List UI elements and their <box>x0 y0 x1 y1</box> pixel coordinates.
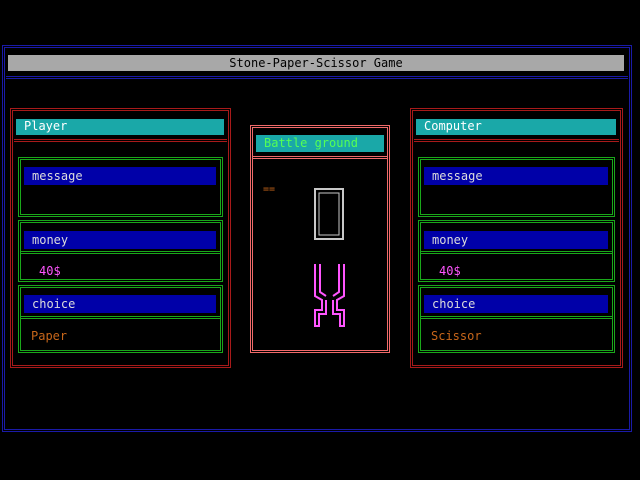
computer-money-label: money <box>432 233 469 247</box>
window-title: Stone-Paper-Scissor Game <box>229 56 403 70</box>
computer-money-value: 40$ <box>439 264 461 278</box>
player-message-label: message <box>32 169 83 183</box>
computer-header: Computer <box>416 119 616 135</box>
computer-money-label-bar: money <box>424 231 608 249</box>
player-header-divider <box>14 139 227 142</box>
computer-choice-label-bar: choice <box>424 295 608 313</box>
player-message-box <box>18 157 223 217</box>
battle-marker: == <box>263 184 276 195</box>
player-money-label-bar: money <box>24 231 216 249</box>
computer-header-label: Computer <box>424 119 482 133</box>
computer-choice-value: Scissor <box>431 329 482 343</box>
battle-header-label: Battle ground <box>264 136 358 150</box>
player-choice-divider <box>21 316 220 319</box>
paper-sprite <box>314 188 344 240</box>
computer-message-label: message <box>432 169 483 183</box>
battle-header-divider <box>253 156 387 159</box>
player-message-label-bar: message <box>24 167 216 185</box>
player-choice-value: Paper <box>31 329 68 343</box>
player-money-divider <box>21 251 220 254</box>
title-bar: Stone-Paper-Scissor Game <box>8 55 624 71</box>
battle-header-bar: Battle ground <box>256 135 384 152</box>
computer-choice-divider <box>421 316 612 319</box>
scissor-sprite <box>314 264 345 327</box>
computer-choice-label: choice <box>432 297 476 311</box>
player-money-label: money <box>32 233 69 247</box>
player-choice-label-bar: choice <box>24 295 216 313</box>
computer-money-divider <box>421 251 612 254</box>
computer-header-divider <box>414 139 619 142</box>
player-money-value: 40$ <box>39 264 61 278</box>
player-header-label: Player <box>24 119 68 133</box>
player-choice-label: choice <box>32 297 76 311</box>
title-divider <box>6 76 628 79</box>
player-header: Player <box>16 119 224 135</box>
computer-message-label-bar: message <box>424 167 608 185</box>
computer-message-box <box>418 157 615 217</box>
